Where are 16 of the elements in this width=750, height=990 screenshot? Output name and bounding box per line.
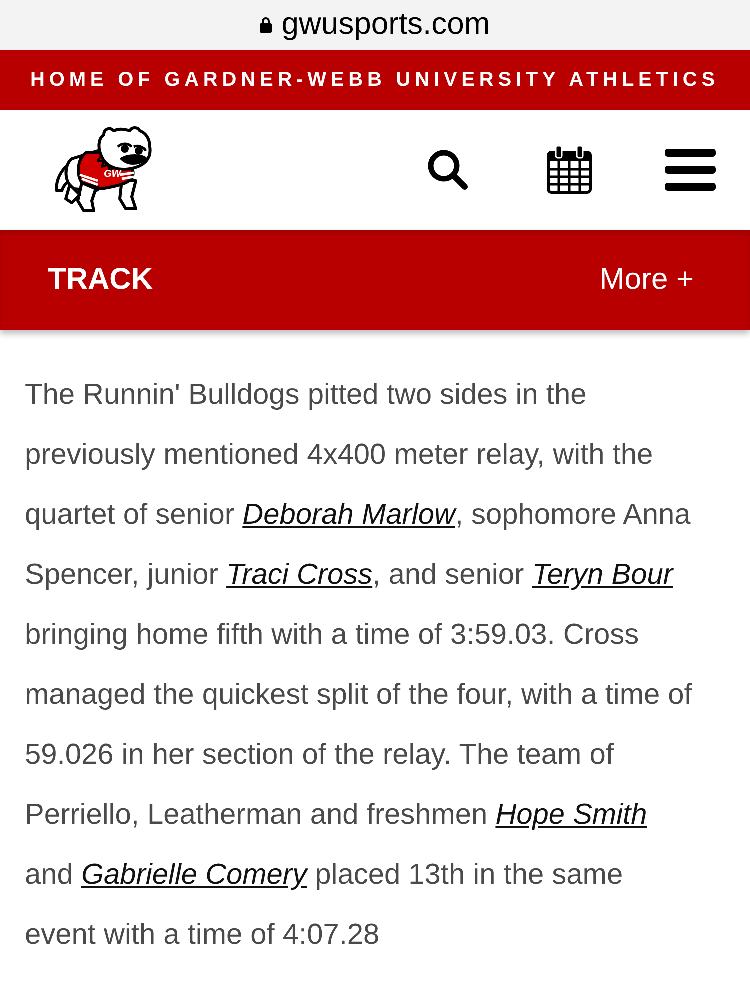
athlete-link[interactable]: Deborah Marlow — [242, 499, 456, 531]
bulldog-logo[interactable] — [55, 126, 152, 212]
search-icon[interactable] — [427, 149, 469, 191]
athlete-link[interactable]: Teryn Bour — [532, 559, 673, 591]
athlete-link[interactable]: Gabrielle Comery — [81, 859, 308, 891]
jersey-lettering: GW — [104, 169, 122, 180]
more-button[interactable]: More + — [600, 265, 694, 295]
athlete-link[interactable]: Traci Cross — [226, 559, 373, 591]
athlete-link[interactable]: Hope Smith — [496, 799, 648, 831]
banner-text: HOME OF GARDNER-WEBB UNIVERSITY ATHLETICS — [30, 70, 720, 90]
url-text[interactable]: gwusports.com — [282, 8, 490, 42]
lock-icon — [260, 17, 272, 33]
calendar-icon[interactable] — [547, 146, 592, 194]
section-title: TRACK — [48, 265, 153, 295]
article-paragraph: The Runnin' Bulldogs pitted two sides in the previously mentioned 4x400 meter relay, with the quartet of senior Deborah Marlow, sophomore Anna Spencer, junior Traci Cross, and senior Teryn Bour bringing home fifth with a time of 3:59.03. Cross managed the quickest split of the four, with a time of 59.026 in her section of the relay. The team of Perriello, Leatherman and freshmen Hope Smith and Gabrielle Comery placed 13th in the same event with a time of 4:07.28 — [25, 378, 694, 953]
menu-icon[interactable] — [665, 148, 716, 192]
